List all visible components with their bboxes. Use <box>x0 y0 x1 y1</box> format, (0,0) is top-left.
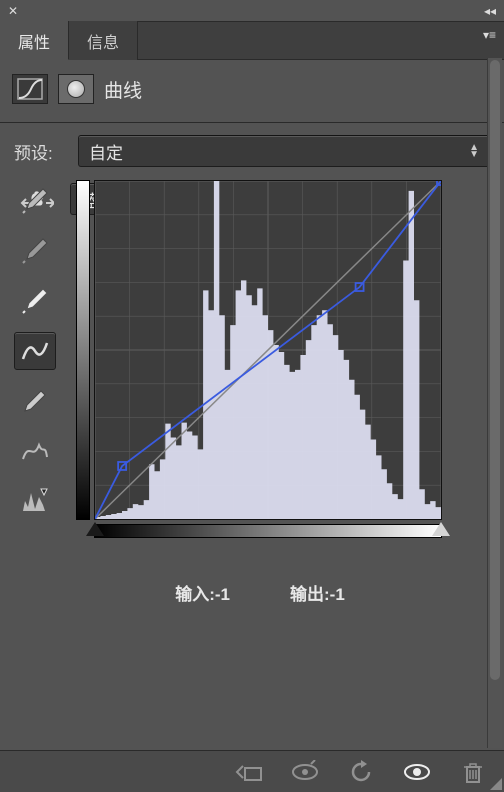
view-previous-icon[interactable] <box>288 759 322 785</box>
clip-warning-icon[interactable] <box>14 482 56 520</box>
white-point-slider[interactable] <box>432 522 450 536</box>
bottom-bar <box>0 750 504 792</box>
reset-icon[interactable] <box>344 759 378 785</box>
preset-label: 预设: <box>14 139 66 164</box>
panel-menu-icon[interactable]: ▾≡ <box>483 28 496 42</box>
close-icon[interactable]: ✕ <box>8 4 18 18</box>
tab-properties[interactable]: 属性 <box>0 21 69 60</box>
output-readout: 输出:-1 <box>290 580 345 605</box>
scrollbar[interactable] <box>487 58 502 748</box>
input-gradient <box>94 524 442 538</box>
tab-info[interactable]: 信息 <box>69 21 138 60</box>
curves-chart[interactable] <box>94 180 442 520</box>
collapse-icon[interactable]: ◂◂ <box>484 4 496 18</box>
scrollbar-thumb[interactable] <box>490 60 500 680</box>
tab-bar: 属性 信息 ▾≡ <box>0 22 504 60</box>
output-gradient <box>76 180 90 520</box>
io-readout: 输入:-1 输出:-1 <box>76 580 444 605</box>
edit-points-tool-icon[interactable] <box>14 332 56 370</box>
trash-icon[interactable] <box>456 759 490 785</box>
stepper-icon: ▲▼ <box>469 144 479 158</box>
black-point-eyedropper-icon[interactable] <box>14 182 56 220</box>
layer-mask-icon[interactable] <box>58 74 94 104</box>
visibility-icon[interactable] <box>400 759 434 785</box>
preset-select[interactable]: 自定 ▲▼ <box>78 135 490 167</box>
input-readout: 输入:-1 <box>175 580 230 605</box>
resize-grip-icon[interactable] <box>488 776 502 790</box>
black-point-slider[interactable] <box>86 522 104 536</box>
curves-adjustment-icon <box>12 74 48 104</box>
clip-to-layer-icon[interactable] <box>232 759 266 785</box>
pencil-tool-icon[interactable] <box>14 382 56 420</box>
title-bar: 曲线 <box>0 60 504 118</box>
preset-row: 预设: 自定 ▲▼ <box>14 135 490 167</box>
preset-value: 自定 <box>89 139 123 164</box>
panel-header: ✕ ◂◂ <box>0 0 504 22</box>
panel-title: 曲线 <box>104 76 142 103</box>
tools-column <box>14 182 58 520</box>
divider <box>0 122 504 123</box>
gray-point-eyedropper-icon[interactable] <box>14 232 56 270</box>
white-point-eyedropper-icon[interactable] <box>14 282 56 320</box>
smooth-curve-icon[interactable] <box>14 432 56 470</box>
